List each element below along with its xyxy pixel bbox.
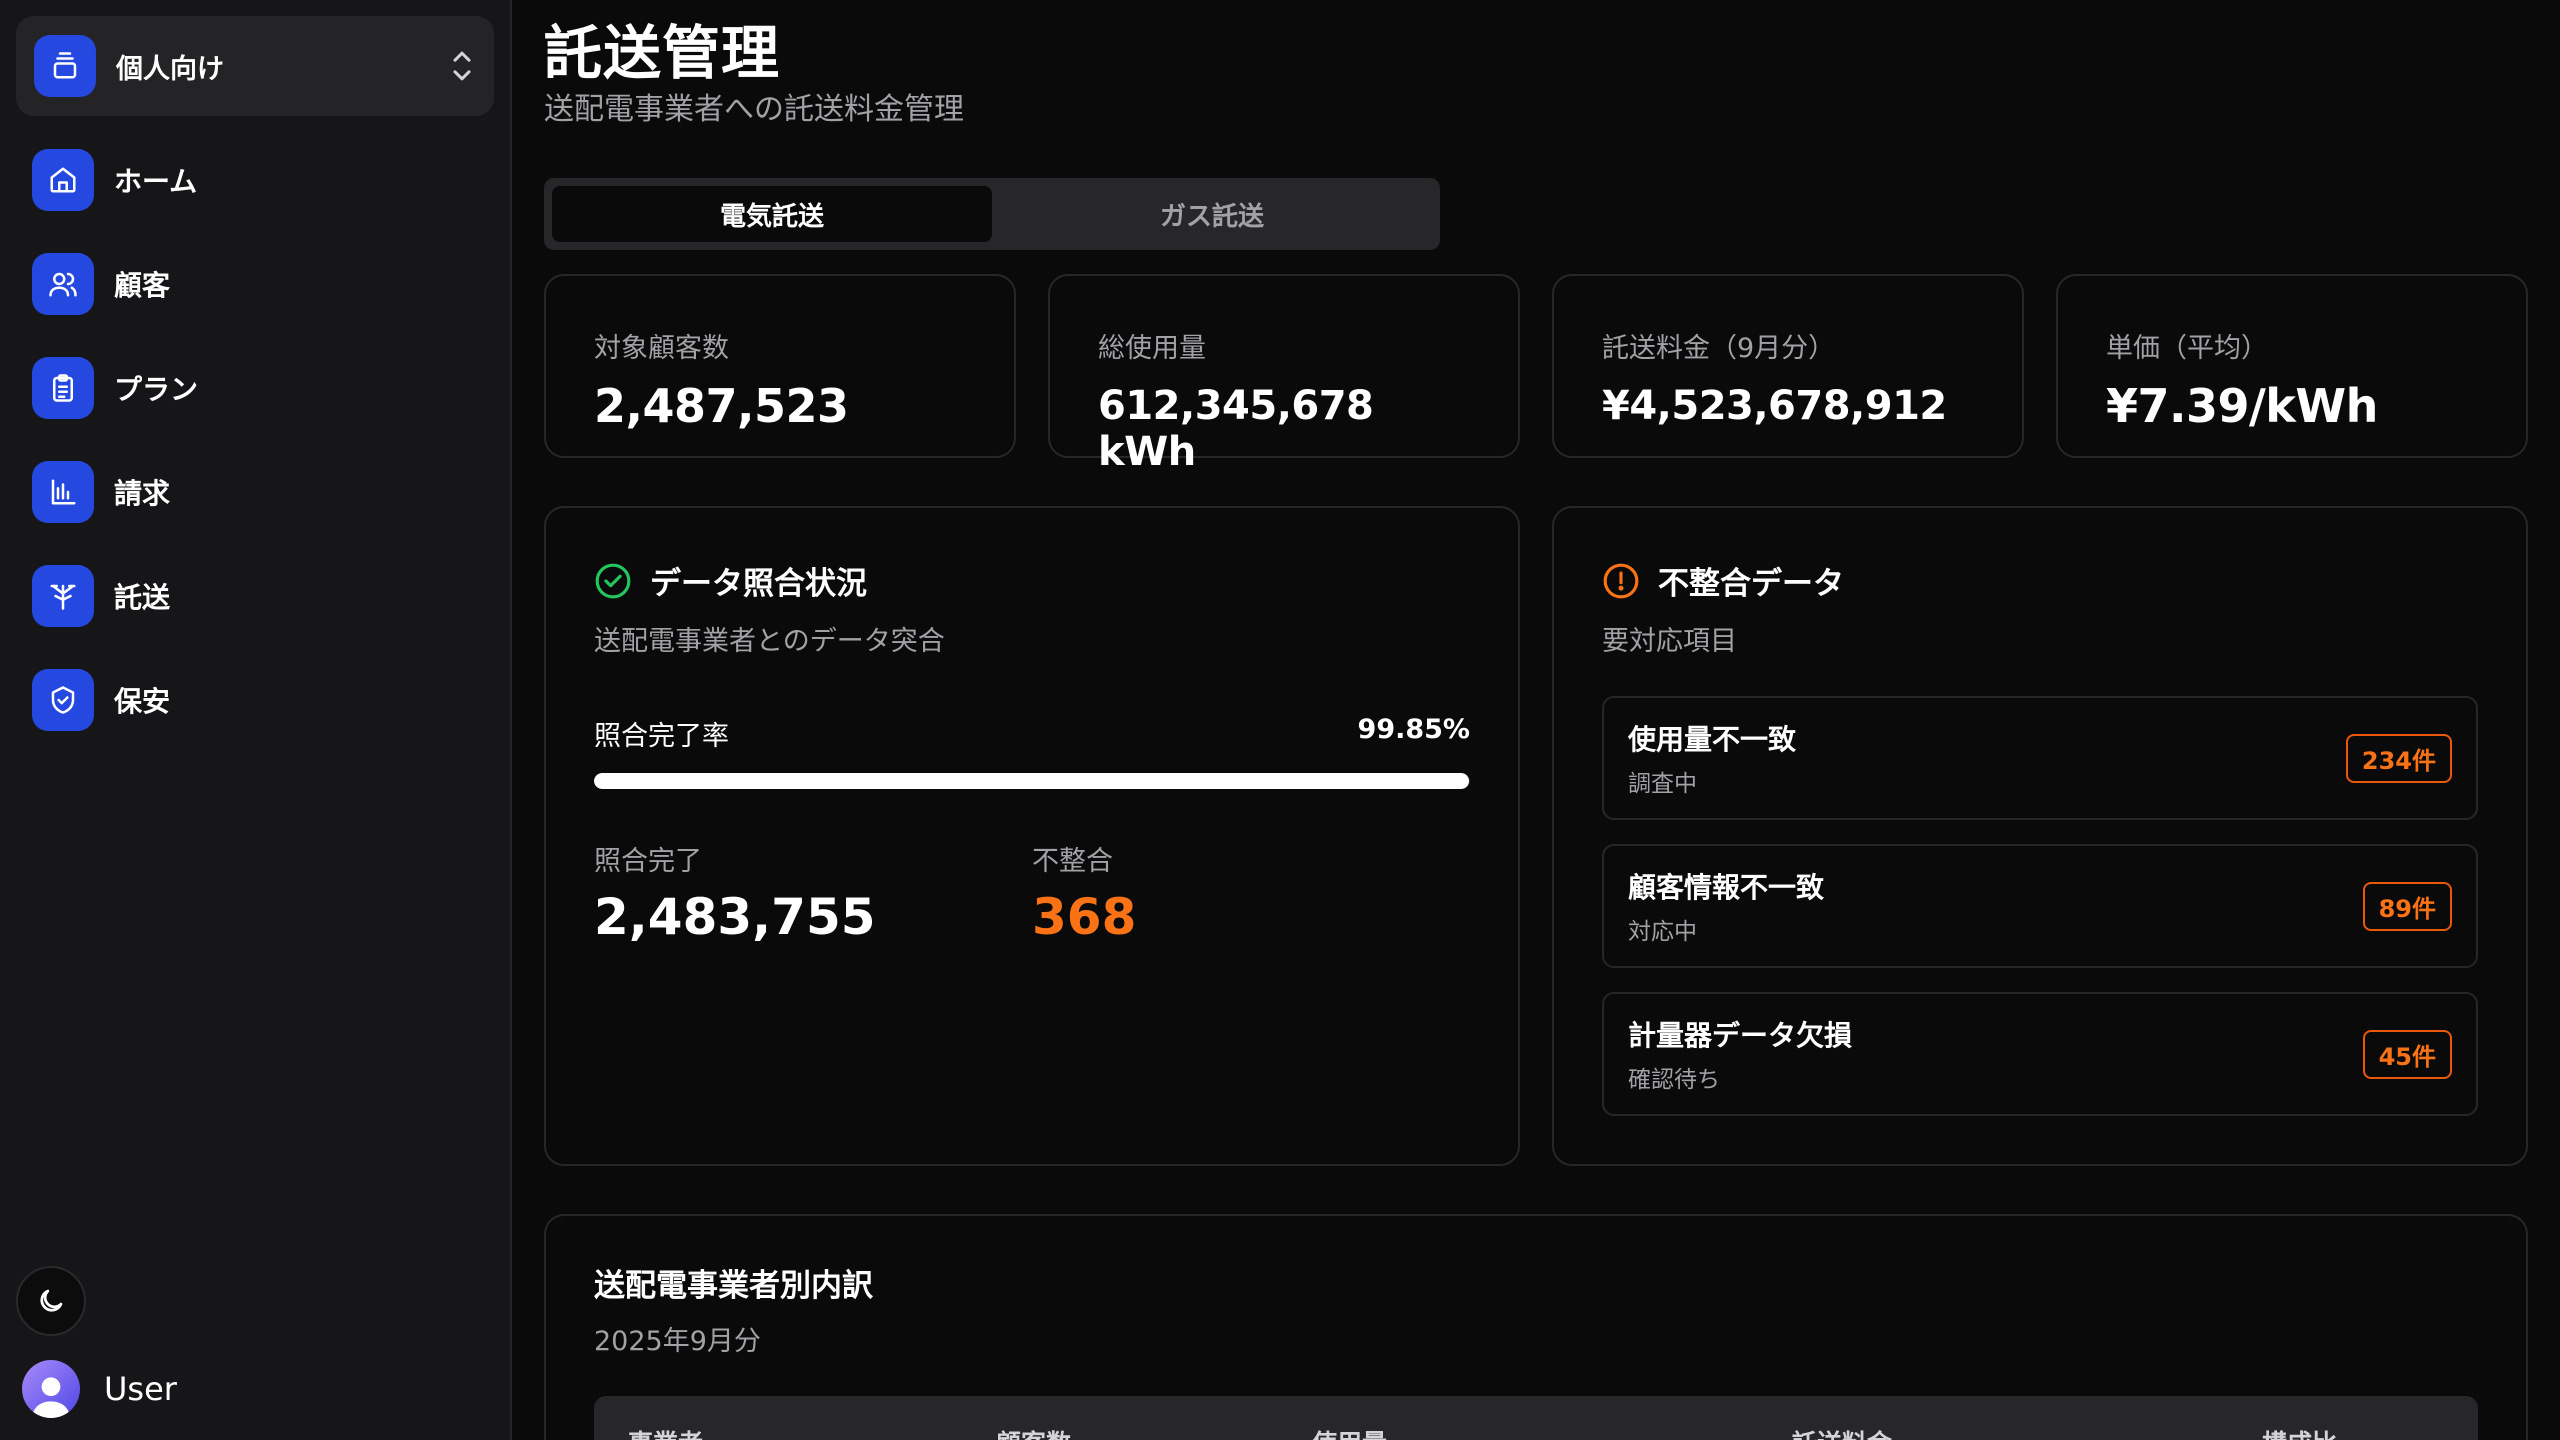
- stat-value: ¥4,523,678,912: [1602, 383, 1947, 429]
- reconciliation-stats: 照合完了 2,483,755 不整合 368: [594, 839, 1470, 946]
- panel-title: データ照合状況: [594, 558, 1470, 603]
- issue-count-badge: 45件: [2362, 1029, 2452, 1079]
- issue-count-badge: 89件: [2362, 881, 2452, 931]
- panel-subtitle: 要対応項目: [1602, 626, 1737, 657]
- moon-icon: [40, 1289, 63, 1312]
- user-icon: [32, 1377, 70, 1418]
- column-header-fee[interactable]: 託送料金: [1792, 1424, 1892, 1440]
- panel-title-text: 不整合データ: [1658, 566, 1844, 602]
- sidebar-item-label: ホーム: [114, 165, 198, 198]
- stat-card-fee: 託送料金（9月分） ¥4,523,678,912: [1552, 274, 2024, 458]
- stat-label: 単価（平均）: [2106, 333, 2268, 364]
- issue-count-badge: 234件: [2345, 733, 2452, 783]
- table-header: 事業者 顧客数 使用量 託送料金 構成比: [594, 1396, 2478, 1440]
- issue-list: 使用量不一致 調査中 234件 顧客情報不一致 対応中 89件 計量器データ欠損…: [1602, 696, 2478, 1116]
- column-header-share[interactable]: 構成比: [2262, 1424, 2337, 1440]
- stat-value: 612,345,678 kWh: [1098, 383, 1374, 475]
- shield-check-icon: [32, 669, 94, 731]
- inconsistency-panel: 不整合データ 要対応項目 使用量不一致 調査中 234件 顧客情報不一致 対応中…: [1552, 506, 2528, 1166]
- tab-electric[interactable]: 電気託送: [552, 186, 992, 242]
- page-subtitle: 送配電事業者への託送料金管理: [544, 92, 964, 127]
- stat-value: 2,487,523: [594, 379, 849, 433]
- column-header-customers[interactable]: 顧客数: [996, 1424, 1071, 1440]
- workspace-label: 個人向け: [116, 53, 224, 85]
- progress-bar: [594, 773, 1470, 789]
- issue-item[interactable]: 使用量不一致 調査中 234件: [1602, 696, 2478, 820]
- sidebar-item-billing[interactable]: 請求: [32, 458, 472, 526]
- user-name: User: [104, 1370, 177, 1408]
- sidebar-item-label: 請求: [114, 477, 171, 510]
- alert-circle-icon: [1603, 563, 1639, 598]
- sidebar-item-customers[interactable]: 顧客: [32, 250, 472, 318]
- home-icon: [32, 149, 94, 211]
- mismatch-value: 368: [1032, 888, 1137, 946]
- column-header-usage[interactable]: 使用量: [1312, 1424, 1387, 1440]
- issue-status: 調査中: [1628, 771, 1697, 797]
- progress-value: 99.85%: [1357, 714, 1470, 745]
- sidebar-item-label: 託送: [114, 581, 171, 614]
- completed-value: 2,483,755: [594, 888, 876, 946]
- progress-fill: [594, 773, 1469, 789]
- tab-gas[interactable]: ガス託送: [992, 186, 1432, 242]
- layers-icon: [34, 35, 96, 97]
- mismatch-label: 不整合: [1032, 846, 1113, 877]
- panel-title: 不整合データ: [1602, 558, 2478, 603]
- stat-label: 託送料金（9月分）: [1602, 333, 1836, 364]
- sidebar-item-label: 保安: [114, 685, 171, 718]
- reconciliation-panel: データ照合状況 送配電事業者とのデータ突合 照合完了率 99.85% 照合完了 …: [544, 506, 1520, 1166]
- stat-card-customers: 対象顧客数 2,487,523: [544, 274, 1016, 458]
- page-title: 託送管理: [544, 19, 781, 87]
- check-circle-icon: [595, 563, 631, 598]
- stat-value: ¥7.39/kWh: [2106, 379, 2378, 433]
- issue-status: 確認待ち: [1628, 1067, 1720, 1093]
- stat-label: 対象顧客数: [594, 333, 729, 364]
- chevron-up-down-icon: [453, 51, 471, 81]
- sidebar-item-transmission[interactable]: 託送: [32, 562, 472, 630]
- sidebar-item-label: プラン: [114, 373, 199, 406]
- stat-card-usage: 総使用量 612,345,678 kWh: [1048, 274, 1520, 475]
- issue-item[interactable]: 顧客情報不一致 対応中 89件: [1602, 844, 2478, 968]
- progress-header: 照合完了率 99.85%: [594, 714, 1470, 753]
- users-icon: [32, 253, 94, 315]
- user-menu[interactable]: User: [22, 1360, 177, 1418]
- completed-stat: 照合完了 2,483,755: [594, 839, 1032, 946]
- panel-subtitle: 2025年9月分: [594, 1326, 761, 1357]
- stat-card-unit-price: 単価（平均） ¥7.39/kWh: [2056, 274, 2528, 458]
- chart-icon: [32, 461, 94, 523]
- transmission-tower-icon: [32, 565, 94, 627]
- sidebar: 個人向け ホーム 顧客 プラン 請求 託送 保安 User: [0, 0, 512, 1440]
- breakdown-panel: 送配電事業者別内訳 2025年9月分 事業者 顧客数 使用量 託送料金 構成比: [544, 1214, 2528, 1440]
- completed-label: 照合完了: [594, 846, 702, 877]
- panel-title-text: データ照合状況: [650, 566, 867, 602]
- panel-title: 送配電事業者別内訳: [594, 1268, 873, 1304]
- stat-label: 総使用量: [1098, 333, 1206, 364]
- issue-title: 顧客情報不一致: [1628, 871, 1825, 904]
- avatar: [22, 1360, 80, 1418]
- panel-subtitle: 送配電事業者とのデータ突合: [594, 626, 945, 657]
- sidebar-item-plans[interactable]: プラン: [32, 354, 472, 422]
- sidebar-item-label: 顧客: [114, 269, 171, 302]
- issue-status: 対応中: [1628, 919, 1697, 945]
- mismatch-stat: 不整合 368: [1032, 839, 1470, 946]
- column-header-provider[interactable]: 事業者: [628, 1424, 703, 1440]
- theme-toggle-button[interactable]: [16, 1266, 86, 1336]
- progress-label: 照合完了率: [594, 721, 729, 752]
- sidebar-item-home[interactable]: ホーム: [32, 146, 472, 214]
- issue-title: 計量器データ欠損: [1628, 1019, 1853, 1052]
- issue-title: 使用量不一致: [1628, 723, 1797, 756]
- workspace-switcher[interactable]: 個人向け: [16, 16, 494, 116]
- tab-list: 電気託送 ガス託送: [544, 178, 1440, 250]
- issue-item[interactable]: 計量器データ欠損 確認待ち 45件: [1602, 992, 2478, 1116]
- sidebar-nav: ホーム 顧客 プラン 請求 託送 保安: [32, 146, 472, 770]
- clipboard-icon: [32, 357, 94, 419]
- sidebar-item-safety[interactable]: 保安: [32, 666, 472, 734]
